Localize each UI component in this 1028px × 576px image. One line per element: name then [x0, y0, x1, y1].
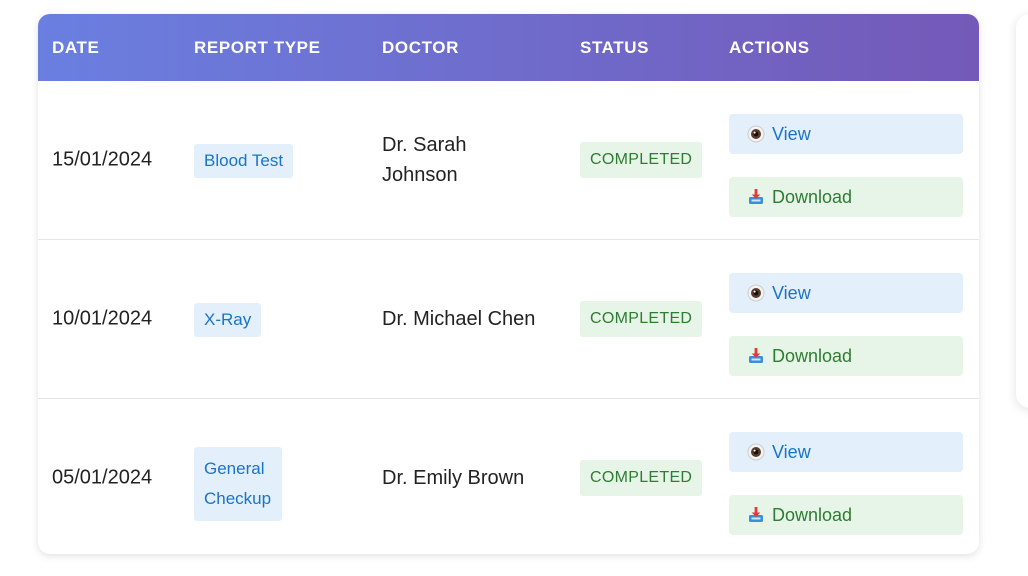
- download-report-button[interactable]: Download: [729, 177, 963, 217]
- header-doctor: DOCTOR: [382, 38, 459, 57]
- table-header: DATE REPORT TYPE DOCTOR STATUS ACTIONS: [38, 14, 979, 81]
- download-button-label: Download: [772, 504, 853, 525]
- download-button-label: Download: [772, 345, 853, 366]
- status-badge: COMPLETED: [580, 142, 703, 178]
- medical-reports-table: DATE REPORT TYPE DOCTOR STATUS ACTIONS 1…: [38, 14, 979, 554]
- report-type-badge: X-Ray: [194, 303, 262, 337]
- eye-icon: [747, 284, 765, 302]
- report-date: 10/01/2024: [52, 307, 153, 330]
- table-row: 10/01/2024 X-Ray Dr. Michael Chen COMPLE…: [38, 240, 979, 399]
- report-type-badge: General Checkup: [194, 447, 282, 521]
- download-button-label: Download: [772, 186, 853, 207]
- report-type-badge: Blood Test: [194, 144, 294, 178]
- header-date: DATE: [52, 38, 100, 57]
- doctor-name: Dr. Sarah Johnson: [382, 134, 467, 186]
- table-row: 05/01/2024 General Checkup Dr. Emily Bro…: [38, 399, 979, 554]
- download-report-button[interactable]: Download: [729, 336, 963, 376]
- doctor-name: Dr. Emily Brown: [382, 467, 525, 489]
- download-tray-icon: [749, 507, 763, 522]
- view-button-label: View: [772, 123, 811, 144]
- download-tray-icon: [749, 189, 763, 204]
- report-date: 15/01/2024: [52, 148, 153, 171]
- view-button-label: View: [772, 441, 811, 462]
- view-report-button[interactable]: View: [729, 432, 963, 472]
- report-date: 05/01/2024: [52, 466, 153, 489]
- view-button-label: View: [772, 282, 811, 303]
- eye-icon: [747, 443, 765, 461]
- view-report-button[interactable]: View: [729, 273, 963, 313]
- eye-icon: [747, 125, 765, 143]
- download-tray-icon: [749, 348, 763, 363]
- status-badge: COMPLETED: [580, 460, 703, 496]
- header-actions: ACTIONS: [729, 38, 810, 57]
- header-status: STATUS: [580, 38, 650, 57]
- status-badge: COMPLETED: [580, 301, 703, 337]
- header-report-type: REPORT TYPE: [194, 38, 321, 57]
- download-report-button[interactable]: Download: [729, 495, 963, 535]
- doctor-name: Dr. Michael Chen: [382, 308, 536, 330]
- view-report-button[interactable]: View: [729, 114, 963, 154]
- table-row: 15/01/2024 Blood Test Dr. Sarah Johnson …: [38, 81, 979, 240]
- side-panel-card: [1016, 14, 1028, 408]
